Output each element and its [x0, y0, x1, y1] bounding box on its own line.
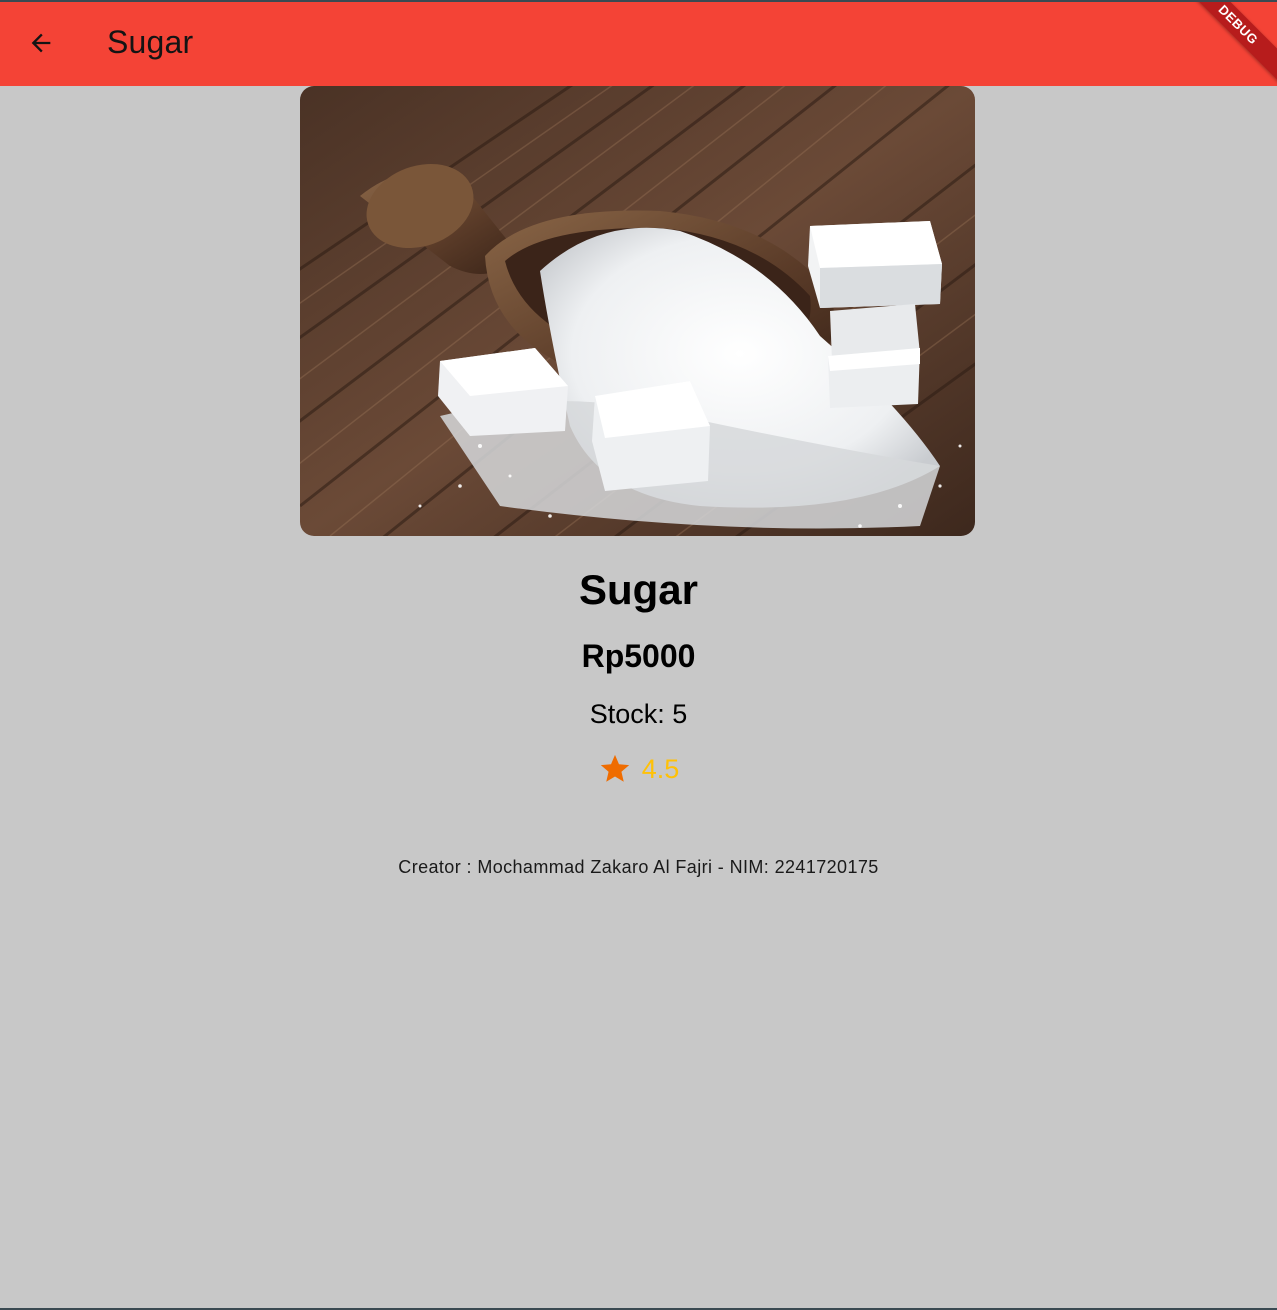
app-bar-title: Sugar [107, 24, 194, 60]
rating-row: 4.5 [0, 752, 1277, 786]
arrow-back-icon [31, 33, 51, 53]
product-image [300, 86, 975, 536]
debug-banner: DEBUG [1170, 2, 1277, 86]
app-screen: Sugar DEBUG Sugar Rp5000 Stock: 5 4.5 Cr… [0, 0, 1277, 1310]
rating-value: 4.5 [641, 753, 680, 784]
product-name: Sugar [578, 566, 699, 613]
back-button[interactable] [18, 20, 64, 66]
app-bar: Sugar DEBUG [0, 2, 1277, 86]
star-icon [600, 754, 629, 782]
creator-credit: Creator : Mochammad Zakaro Al Fajri - NI… [398, 857, 879, 877]
product-price: Rp5000 [581, 638, 696, 674]
product-stock: Stock: 5 [589, 699, 688, 729]
